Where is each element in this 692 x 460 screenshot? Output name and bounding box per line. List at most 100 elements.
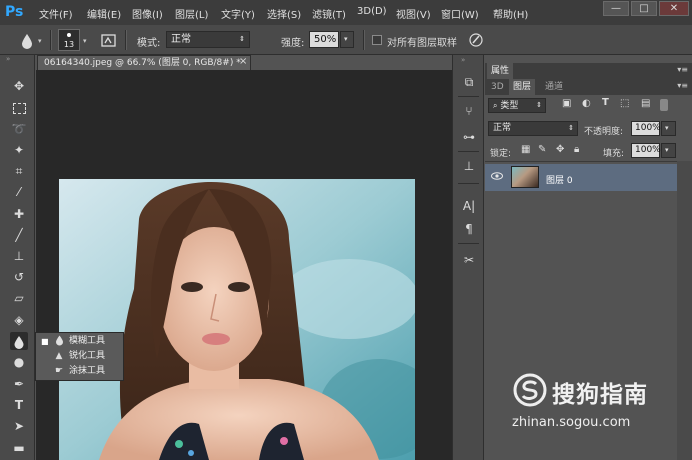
properties-tab[interactable]: 属性 bbox=[487, 63, 514, 79]
menu-edit[interactable]: 编辑(E) bbox=[87, 6, 121, 21]
brush-panel-toggle-icon[interactable] bbox=[101, 33, 116, 48]
close-document-icon[interactable]: × bbox=[239, 55, 251, 69]
lock-brush-icon[interactable]: ✎ bbox=[538, 144, 546, 155]
healing-brush-tool-icon[interactable]: ✚ bbox=[10, 205, 28, 223]
flyout-item-blur[interactable]: ■ 模糊工具 bbox=[36, 334, 123, 349]
menu-type[interactable]: 文字(Y) bbox=[221, 6, 255, 21]
panel-collapse-icon[interactable]: » bbox=[6, 56, 28, 63]
blur-tool-icon[interactable] bbox=[10, 332, 28, 350]
search-icon: ⌕ bbox=[493, 101, 498, 110]
clone-stamp-tool-icon[interactable]: ⊥ bbox=[10, 247, 28, 265]
sogou-logo-icon bbox=[513, 373, 547, 407]
layer-name[interactable]: 图层 0 bbox=[546, 173, 573, 186]
fill-dropdown-button[interactable]: ▾ bbox=[661, 143, 676, 158]
brush-presets-icon[interactable]: ⑂ bbox=[461, 103, 477, 119]
marquee-tool-icon[interactable] bbox=[10, 99, 28, 117]
smudge-finger-icon: ☛ bbox=[54, 366, 64, 376]
fill-label: 填充: bbox=[603, 149, 625, 159]
menu-view[interactable]: 视图(V) bbox=[396, 6, 431, 21]
sharpen-triangle-icon: ▲ bbox=[55, 351, 63, 361]
blur-tool-preset-icon[interactable] bbox=[20, 33, 34, 49]
eraser-tool-icon[interactable]: ▱ bbox=[10, 289, 28, 307]
flyout-item-sharpen[interactable]: ▲ 锐化工具 bbox=[36, 349, 123, 364]
lock-all-icon[interactable]: 🔒︎ bbox=[574, 144, 579, 155]
options-bar: ▾ 13 ▾ 模式: 正常 ⇕ 强度: 50% ▾ 对所有图层取样 bbox=[0, 25, 692, 55]
menu-filter[interactable]: 滤镜(T) bbox=[312, 6, 346, 21]
sample-all-layers-checkbox[interactable] bbox=[372, 35, 382, 45]
menu-help[interactable]: 帮助(H) bbox=[493, 6, 528, 21]
menu-bar: Ps 文件(F) 编辑(E) 图像(I) 图层(L) 文字(Y) 选择(S) 滤… bbox=[0, 0, 692, 25]
document-tab[interactable]: 06164340.jpeg @ 66.7% (图层 0, RGB/8#) * bbox=[37, 55, 251, 70]
chevron-down-icon[interactable]: ▾ bbox=[38, 37, 42, 45]
properties-panel-header: 属性 ▾≡ bbox=[485, 63, 692, 79]
filter-smart-object-icon[interactable]: ▤ bbox=[641, 98, 650, 109]
menu-image[interactable]: 图像(I) bbox=[132, 6, 163, 21]
maximize-button[interactable]: □ bbox=[631, 1, 657, 16]
minimize-button[interactable]: — bbox=[603, 1, 629, 16]
pen-tool-icon[interactable]: ✒ bbox=[10, 375, 28, 393]
brush-size-value: 13 bbox=[63, 40, 75, 49]
panel-menu-icon[interactable]: ▾≡ bbox=[677, 81, 688, 90]
filter-adjustment-icon[interactable]: ◐ bbox=[582, 98, 591, 109]
paragraph-panel-icon[interactable]: ¶ bbox=[461, 221, 477, 237]
history-brush-tool-icon[interactable]: ↺ bbox=[10, 268, 28, 286]
move-tool-icon[interactable]: ✥ bbox=[10, 77, 28, 95]
panel-menu-icon[interactable]: ▾≡ bbox=[677, 65, 688, 74]
layer-filter-select[interactable]: ⌕ 类型 ⇕ bbox=[488, 98, 546, 113]
rectangle-tool-icon[interactable]: ▬ bbox=[10, 439, 28, 457]
flyout-label-sharpen: 锐化工具 bbox=[69, 351, 106, 361]
eye-visibility-icon[interactable] bbox=[491, 172, 503, 180]
mode-value: 正常 bbox=[171, 34, 191, 45]
brush-tool-icon[interactable]: ╱ bbox=[10, 226, 28, 244]
tab-channels[interactable]: 通道 bbox=[541, 79, 567, 95]
flyout-label-blur: 模糊工具 bbox=[69, 336, 106, 346]
tab-3d[interactable]: 3D bbox=[487, 79, 508, 95]
menu-select[interactable]: 选择(S) bbox=[267, 6, 301, 21]
filter-toggle-icon[interactable] bbox=[660, 99, 668, 111]
menu-3d[interactable]: 3D(D) bbox=[357, 6, 387, 17]
watermark-title: 搜狗指南 bbox=[552, 382, 648, 408]
chevron-down-icon[interactable]: ▾ bbox=[83, 37, 87, 45]
updown-chevron-icon: ⇕ bbox=[568, 124, 574, 132]
lock-position-icon[interactable]: ✥ bbox=[556, 144, 564, 155]
paint-bucket-tool-icon[interactable]: ◈ bbox=[10, 311, 28, 329]
dodge-tool-icon[interactable]: ● bbox=[10, 353, 28, 371]
filter-type-icon[interactable]: T bbox=[602, 97, 609, 108]
menu-window[interactable]: 窗口(W) bbox=[441, 6, 479, 21]
adjust-sliders-icon[interactable]: ⊶ bbox=[461, 129, 477, 145]
eyedropper-tool-icon[interactable]: ⁄ bbox=[10, 183, 28, 201]
blend-mode-value: 正常 bbox=[493, 123, 512, 133]
divider bbox=[485, 161, 677, 162]
mode-select[interactable]: 正常 ⇕ bbox=[166, 31, 250, 48]
panel-collapse-icon[interactable]: » bbox=[461, 56, 465, 64]
magic-wand-tool-icon[interactable]: ✦ bbox=[10, 141, 28, 159]
strength-dropdown-button[interactable]: ▾ bbox=[340, 31, 354, 48]
tab-layers[interactable]: 图层 bbox=[509, 79, 536, 95]
lock-transparent-icon[interactable]: ▦ bbox=[521, 144, 530, 155]
clone-source-icon[interactable]: ⊥ bbox=[461, 158, 477, 174]
close-window-button[interactable]: ✕ bbox=[659, 1, 689, 16]
filter-pixel-icon[interactable]: ▣ bbox=[562, 98, 571, 109]
flyout-item-smudge[interactable]: ☛ 涂抹工具 bbox=[36, 364, 123, 379]
opacity-dropdown-button[interactable]: ▾ bbox=[661, 121, 676, 136]
tool-presets-icon[interactable]: ✂ bbox=[461, 252, 477, 268]
path-selection-tool-icon[interactable]: ➤ bbox=[10, 417, 28, 435]
fill-input[interactable]: 100% bbox=[631, 143, 661, 158]
lasso-tool-icon[interactable]: ➰ bbox=[10, 120, 28, 138]
crop-tool-icon[interactable]: ⌗ bbox=[10, 162, 28, 180]
filter-shape-icon[interactable]: ⬚ bbox=[620, 98, 629, 109]
blend-mode-select[interactable]: 正常 ⇕ bbox=[488, 121, 578, 136]
history-panel-icon[interactable]: ⧉ bbox=[461, 74, 477, 90]
brush-size-picker[interactable]: 13 bbox=[58, 29, 80, 51]
document-image[interactable] bbox=[59, 179, 415, 460]
strength-input[interactable]: 50% bbox=[309, 31, 339, 48]
pressure-icon[interactable] bbox=[468, 32, 484, 48]
menu-file[interactable]: 文件(F) bbox=[39, 6, 73, 21]
character-panel-icon[interactable]: A| bbox=[461, 198, 477, 214]
flyout-label-smudge: 涂抹工具 bbox=[69, 366, 106, 376]
type-tool-icon[interactable]: T bbox=[10, 396, 28, 414]
opacity-input[interactable]: 100% bbox=[631, 121, 661, 136]
layer-filter-value: 类型 bbox=[500, 101, 519, 111]
selected-marker-icon: ■ bbox=[41, 337, 49, 346]
menu-layer[interactable]: 图层(L) bbox=[175, 6, 208, 21]
